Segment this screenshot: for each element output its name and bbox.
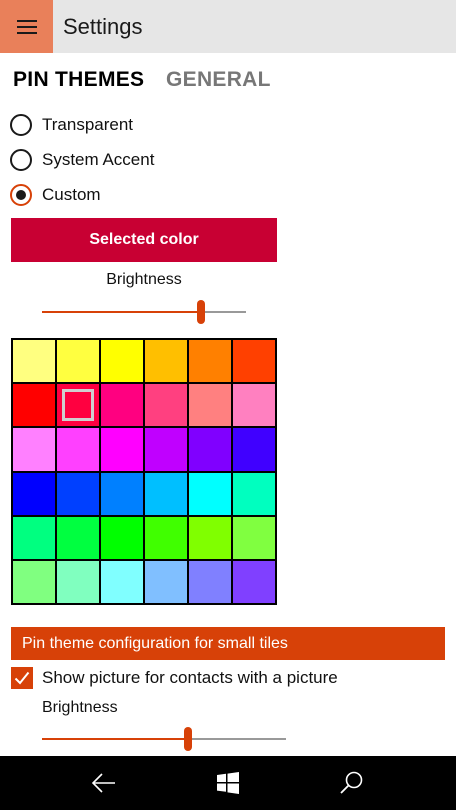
color-swatch[interactable] [233, 340, 275, 383]
color-swatch[interactable] [57, 340, 99, 383]
radio-system-accent[interactable]: System Accent [10, 149, 154, 171]
color-swatch[interactable] [233, 472, 275, 515]
back-button[interactable] [89, 768, 119, 798]
color-swatch[interactable] [13, 472, 55, 515]
color-swatch[interactable] [233, 428, 275, 471]
radio-label: Custom [42, 185, 101, 204]
color-swatch[interactable] [13, 384, 55, 427]
tab-general[interactable]: GENERAL [166, 68, 271, 92]
color-swatch[interactable] [101, 428, 143, 471]
checkbox-checked[interactable] [11, 667, 33, 689]
color-swatch[interactable] [189, 472, 231, 515]
color-swatch[interactable] [57, 472, 99, 515]
slider-thumb[interactable] [197, 300, 205, 324]
brightness-slider[interactable] [42, 300, 246, 324]
color-swatch[interactable] [145, 560, 187, 603]
color-swatch[interactable] [145, 428, 187, 471]
color-swatch[interactable] [189, 516, 231, 559]
color-swatch[interactable] [13, 516, 55, 559]
color-swatch[interactable] [233, 516, 275, 559]
radio-label: System Accent [42, 150, 155, 169]
section-header-small-tiles: Pin theme configuration for small tiles [11, 627, 445, 660]
color-swatch-selected[interactable] [57, 384, 99, 427]
color-swatch[interactable] [189, 384, 231, 427]
color-swatch[interactable] [13, 428, 55, 471]
checkmark-icon [14, 671, 30, 685]
show-picture-checkbox-row[interactable]: Show picture for contacts with a picture [11, 667, 338, 689]
radio-label: Transparent [42, 115, 134, 134]
home-button[interactable] [213, 768, 243, 798]
hamburger-icon-line [16, 25, 37, 28]
color-swatch[interactable] [57, 516, 99, 559]
color-swatch[interactable] [57, 560, 99, 603]
color-swatch[interactable] [189, 340, 231, 383]
checkbox-label: Show picture for contacts with a picture [42, 668, 338, 687]
slider-track-fill [42, 311, 201, 313]
color-swatch[interactable] [189, 428, 231, 471]
system-navigation-bar [0, 756, 456, 810]
color-swatch[interactable] [101, 340, 143, 383]
color-swatch[interactable] [145, 340, 187, 383]
tab-pin-themes[interactable]: PIN THEMES [13, 68, 144, 92]
title-bar: Settings [0, 0, 456, 53]
color-swatch[interactable] [189, 560, 231, 603]
hamburger-menu-button[interactable] [0, 0, 53, 53]
brightness-label: Brightness [106, 271, 182, 288]
small-tiles-brightness-slider[interactable] [42, 727, 286, 751]
radio-transparent[interactable]: Transparent [10, 114, 133, 136]
slider-track-fill [42, 738, 188, 740]
windows-logo-icon [217, 772, 239, 794]
color-swatch[interactable] [233, 384, 275, 427]
selected-color-preview[interactable]: Selected color [11, 218, 277, 262]
hamburger-icon-line [16, 19, 37, 22]
color-swatch[interactable] [13, 340, 55, 383]
color-swatch[interactable] [145, 516, 187, 559]
slider-thumb[interactable] [184, 727, 192, 751]
color-swatch[interactable] [233, 560, 275, 603]
radio-custom[interactable]: Custom [10, 184, 101, 206]
radio-circle-icon[interactable] [10, 149, 32, 171]
color-swatch[interactable] [145, 384, 187, 427]
radio-circle-icon[interactable] [10, 114, 32, 136]
search-button[interactable] [337, 768, 367, 798]
search-icon [340, 771, 363, 794]
color-palette-grid [11, 338, 277, 605]
color-swatch[interactable] [101, 516, 143, 559]
radio-dot-icon [16, 190, 26, 200]
color-swatch[interactable] [13, 560, 55, 603]
page-title: Settings [63, 14, 143, 39]
back-arrow-icon [91, 773, 115, 793]
color-swatch[interactable] [101, 560, 143, 603]
color-swatch[interactable] [101, 472, 143, 515]
color-swatch[interactable] [101, 384, 143, 427]
hamburger-icon-line [16, 31, 37, 34]
color-swatch[interactable] [145, 472, 187, 515]
radio-circle-checked-icon[interactable] [10, 184, 32, 206]
small-tiles-brightness-label: Brightness [42, 699, 118, 716]
color-swatch[interactable] [57, 428, 99, 471]
